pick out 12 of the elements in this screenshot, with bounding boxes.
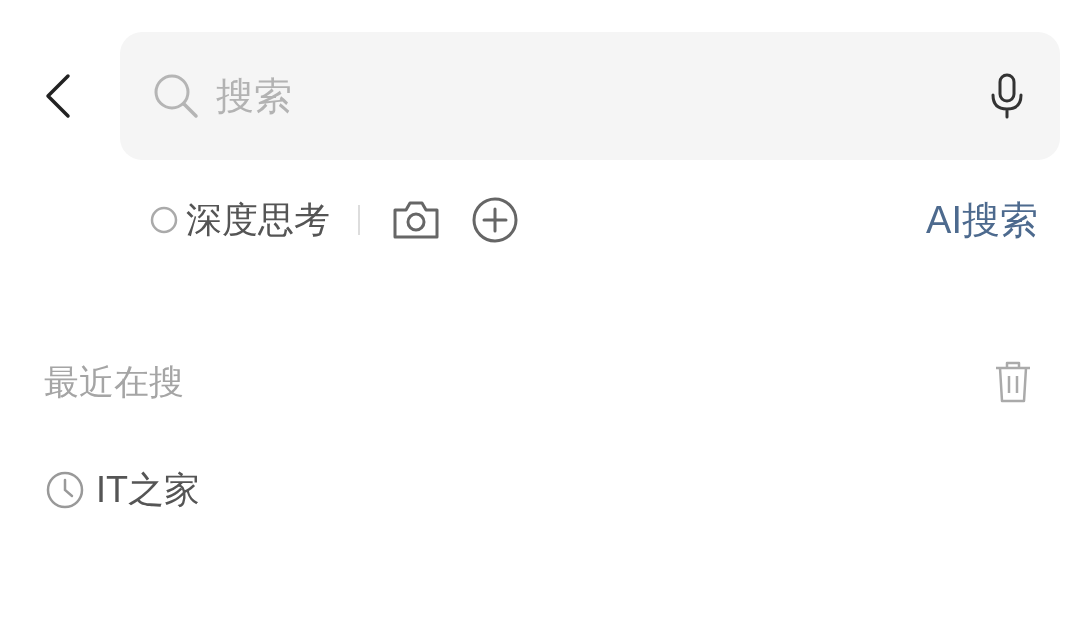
- camera-icon[interactable]: [392, 200, 440, 240]
- microphone-icon[interactable]: [990, 73, 1024, 119]
- deep-think-toggle[interactable]: 深度思考: [150, 193, 330, 247]
- section-title: 最近在搜: [44, 360, 184, 403]
- search-input[interactable]: 搜索: [216, 67, 990, 125]
- ai-search-button[interactable]: AI搜索: [926, 191, 1038, 249]
- history-item[interactable]: IT之家: [0, 460, 200, 520]
- add-icon[interactable]: [472, 197, 518, 243]
- clock-icon: [46, 471, 84, 509]
- radio-icon: [150, 206, 178, 234]
- search-field[interactable]: 搜索: [120, 32, 1060, 160]
- search-icon: [152, 72, 200, 120]
